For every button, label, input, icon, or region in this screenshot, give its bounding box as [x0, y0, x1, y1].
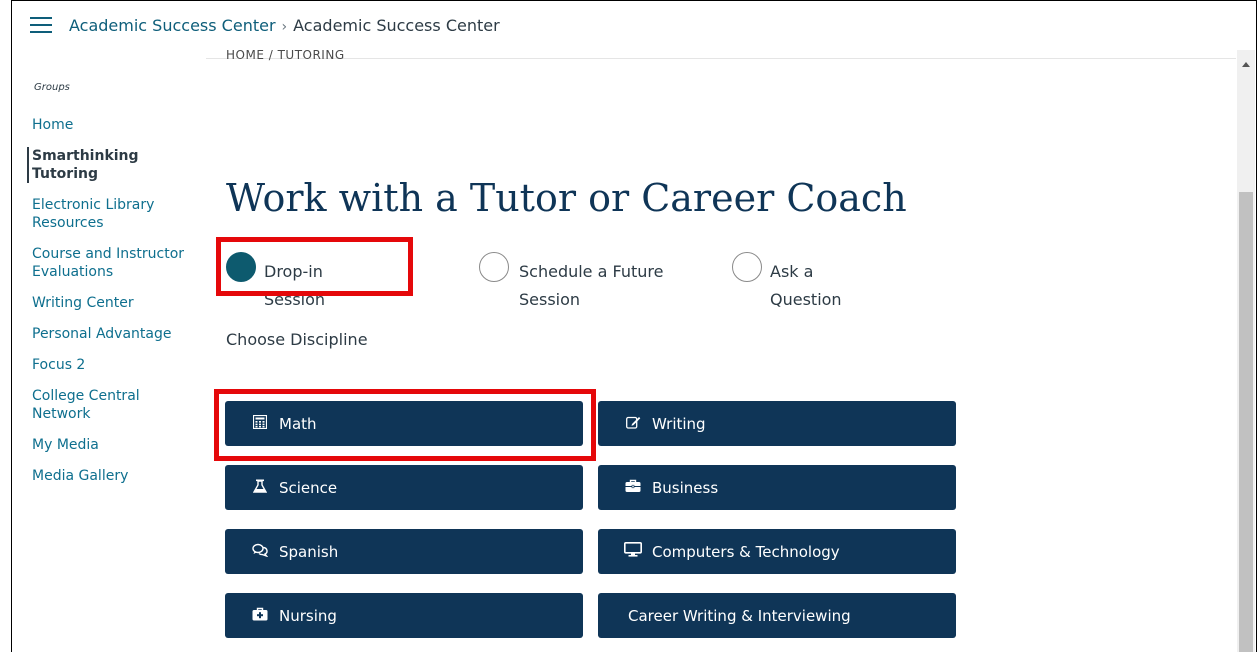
computers-technology-button[interactable]: Computers & Technology — [598, 529, 956, 574]
nav-item-my-media[interactable]: My Media — [30, 436, 200, 454]
annotation-highlight-box — [216, 237, 413, 296]
button-label: Computers & Technology — [652, 542, 840, 561]
writing-button[interactable]: Writing — [598, 401, 956, 446]
button-label: Nursing — [279, 606, 337, 625]
annotation-highlight-box — [214, 389, 596, 461]
button-label: Spanish — [279, 542, 339, 561]
business-button[interactable]: Business — [598, 465, 956, 510]
vertical-scrollbar[interactable] — [1237, 50, 1255, 652]
radio-unchecked-icon[interactable] — [479, 252, 509, 282]
scrollbar-thumb[interactable] — [1239, 192, 1253, 652]
hamburger-menu-icon[interactable] — [30, 17, 52, 35]
medical-kit-icon — [251, 607, 269, 625]
breadcrumb-current: Academic Success Center — [293, 16, 500, 35]
nav-item-college-central-network[interactable]: College Central Network — [30, 387, 200, 423]
nav-item-personal-advantage[interactable]: Personal Advantage — [30, 325, 200, 343]
radio-ask-a-question[interactable]: Ask a Question — [732, 252, 842, 314]
nav-item-electronic-library-resources[interactable]: Electronic Library Resources — [30, 196, 200, 232]
scroll-up-arrow-icon[interactable] — [1242, 62, 1250, 67]
nav-item-course-evaluations[interactable]: Course and Instructor Evaluations — [30, 245, 200, 281]
page-breadcrumb: HOME / TUTORING — [226, 50, 345, 62]
spanish-button[interactable]: Spanish — [225, 529, 583, 574]
course-navigation: Groups Home Smarthinking Tutoring Electr… — [12, 58, 202, 652]
button-label: Writing — [652, 414, 706, 433]
divider — [206, 58, 1236, 59]
nav-item-smarthinking-tutoring[interactable]: Smarthinking Tutoring — [27, 147, 200, 183]
nav-item-writing-center[interactable]: Writing Center — [30, 294, 200, 312]
breadcrumb: Academic Success Center › Academic Success… — [69, 16, 500, 35]
radio-label: Ask a Question — [770, 262, 842, 309]
science-button[interactable]: Science — [225, 465, 583, 510]
breadcrumb-separator-icon: › — [281, 19, 288, 35]
button-label: Business — [652, 478, 719, 497]
radio-unchecked-icon[interactable] — [732, 252, 762, 282]
button-label: Career Writing & Interviewing — [628, 606, 851, 625]
briefcase-icon — [624, 479, 642, 497]
radio-label: Schedule a Future Session — [519, 262, 664, 309]
radio-schedule-future-session[interactable]: Schedule a Future Session — [479, 252, 689, 314]
main-content: HOME / TUTORING Work with a Tutor or Car… — [206, 50, 1236, 652]
monitor-icon — [624, 542, 642, 561]
nav-item-home[interactable]: Home — [30, 116, 200, 134]
button-label: Science — [279, 478, 338, 497]
nav-item-media-gallery[interactable]: Media Gallery — [30, 467, 200, 485]
flask-icon — [251, 479, 269, 497]
nursing-button[interactable]: Nursing — [225, 593, 583, 638]
page-title: Work with a Tutor or Career Coach — [226, 176, 907, 220]
career-writing-interviewing-button[interactable]: Career Writing & Interviewing — [598, 593, 956, 638]
speech-bubbles-icon — [251, 543, 269, 561]
edit-icon — [624, 415, 642, 433]
discipline-heading: Choose Discipline — [226, 330, 368, 349]
breadcrumb-course-link[interactable]: Academic Success Center — [69, 16, 276, 35]
top-bar: Academic Success Center › Academic Success… — [12, 1, 1256, 49]
nav-item-focus-2[interactable]: Focus 2 — [30, 356, 200, 374]
groups-label: Groups — [34, 82, 70, 93]
nav-list: Home Smarthinking Tutoring Electronic Li… — [27, 116, 200, 498]
